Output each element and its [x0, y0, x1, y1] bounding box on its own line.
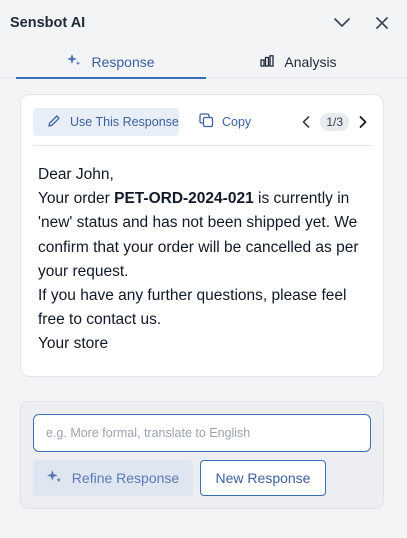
message-body: Your order PET-ORD-2024-021 is currently… — [38, 187, 373, 284]
refine-response-button[interactable]: Refine Response — [33, 460, 193, 496]
close-icon[interactable] — [369, 10, 395, 36]
refine-panel: Refine Response New Response — [20, 401, 384, 509]
message-greeting: Dear John, — [38, 166, 114, 183]
chevron-down-icon[interactable] — [329, 10, 355, 36]
response-card: Use This Response Copy 1/3 Dear John, Yo… — [20, 94, 384, 377]
refine-instruction-input[interactable] — [33, 414, 371, 452]
pencil-icon — [47, 114, 61, 131]
tab-bar: Response Analysis — [0, 46, 407, 79]
response-message: Dear John, Your order PET-ORD-2024-021 i… — [38, 163, 373, 357]
new-response-button[interactable]: New Response — [200, 460, 326, 496]
new-response-label: New Response — [215, 470, 311, 486]
header-actions — [329, 10, 395, 36]
copy-icon — [199, 113, 214, 131]
sparkle-icon — [67, 53, 81, 70]
chevron-left-icon[interactable] — [298, 114, 314, 130]
message-signoff: Your store — [38, 335, 109, 353]
bar-chart-icon — [260, 54, 275, 70]
message-followup: If you have any further questions, pleas… — [38, 287, 347, 329]
app-title: Sensbot AI — [10, 15, 86, 31]
tab-analysis[interactable]: Analysis — [206, 46, 391, 77]
message-body-start: Your order — [38, 190, 115, 208]
copy-label: Copy — [222, 115, 252, 129]
response-pager: 1/3 — [298, 108, 371, 136]
sparkle-icon — [46, 469, 62, 487]
response-toolbar: Use This Response Copy 1/3 — [33, 107, 371, 146]
refine-response-label: Refine Response — [71, 470, 180, 486]
use-response-label: Use This Response — [70, 115, 179, 129]
tab-response-label: Response — [91, 53, 155, 70]
panel-header: Sensbot AI — [0, 0, 407, 46]
tab-analysis-label: Analysis — [284, 53, 337, 70]
tab-response[interactable]: Response — [16, 46, 206, 79]
pager-count: 1/3 — [320, 113, 349, 131]
order-id: PET-ORD-2024-021 — [114, 190, 254, 208]
copy-button[interactable]: Copy — [199, 108, 251, 136]
chevron-right-icon[interactable] — [355, 114, 371, 130]
use-response-button[interactable]: Use This Response — [33, 108, 179, 136]
